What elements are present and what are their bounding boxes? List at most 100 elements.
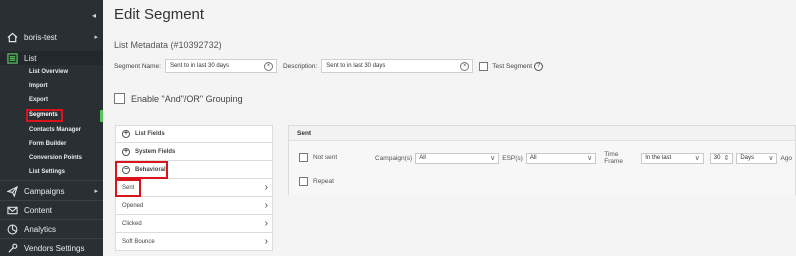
criteria-item-label: Soft Bounce <box>122 238 155 245</box>
sidebar-item-label: Analytics <box>24 224 57 234</box>
repeat-label: Repeat <box>313 178 334 185</box>
time-frame-value: In the last <box>645 155 672 161</box>
description-input[interactable]: Sent to in last 30 days × <box>321 59 474 73</box>
sidebar-item-vendors-settings[interactable]: Vendors Settings <box>0 240 103 256</box>
segments-highlight-box <box>26 109 63 122</box>
help-icon[interactable]: ? <box>534 61 544 71</box>
sidebar-divider <box>0 200 103 201</box>
sent-panel-header: Sent <box>289 126 795 141</box>
sidebar-subitem-list-settings[interactable]: List Settings <box>29 169 65 175</box>
segment-name-label: Segment Name: <box>114 62 161 70</box>
sidebar-subitem-list-overview[interactable]: List Overview <box>29 69 68 75</box>
clear-icon[interactable]: × <box>263 62 273 71</box>
wrench-icon <box>6 242 18 254</box>
chevron-down-icon: ∨ <box>694 154 700 162</box>
sidebar-divider <box>0 238 103 239</box>
chevron-right-icon: › <box>264 218 268 229</box>
ago-label: Ago <box>780 154 793 162</box>
time-number-value: 30 <box>713 155 721 161</box>
time-frame-select[interactable]: In the last ∨ <box>641 152 704 164</box>
list-metadata-title: List Metadata (#10392732) <box>114 40 222 50</box>
sidebar-divider <box>0 219 103 220</box>
clear-icon[interactable]: × <box>460 62 470 71</box>
segment-name-value: Sent to in last 30 days <box>169 63 230 69</box>
not-sent-row: Not sent <box>299 153 337 162</box>
criteria-panel: + List Fields + System Fields − Behavior… <box>115 125 273 251</box>
sidebar-item-list[interactable]: List <box>0 51 103 65</box>
time-unit-select[interactable]: Days ∨ <box>736 152 778 164</box>
chevron-right-icon: ▸ <box>94 34 98 41</box>
sidebar-subitem-export[interactable]: Export <box>29 97 48 103</box>
time-number-input[interactable]: 30 ⇕ <box>709 152 734 164</box>
not-sent-checkbox[interactable] <box>299 153 308 162</box>
time-frame-label: Time Frame <box>604 151 624 165</box>
test-segment-label: Test Segment <box>492 62 533 70</box>
segment-name-input[interactable]: Sent to in last 30 days × <box>164 59 277 73</box>
page-title: Edit Segment <box>114 6 205 23</box>
andor-grouping-label: Enable "And"/OR" Grouping <box>131 93 243 104</box>
sidebar-item-account[interactable]: boris-test ▸ <box>0 30 103 44</box>
expand-icon: + <box>122 147 130 156</box>
chevron-down-icon: ∨ <box>587 154 593 162</box>
sidebar-subitem-import[interactable]: Import <box>29 83 48 89</box>
mail-icon <box>6 204 18 216</box>
chevron-right-icon: › <box>264 236 268 247</box>
expand-icon: + <box>122 130 130 138</box>
send-icon <box>6 185 18 197</box>
campaigns-select[interactable]: All ∨ <box>415 152 500 164</box>
sent-filters-row: Campaign(s) All ∨ ESP(s) All ∨ Time Fram… <box>372 151 795 165</box>
test-segment-checkbox[interactable] <box>479 61 489 71</box>
description-label: Description: <box>282 62 318 70</box>
andor-grouping-row: Enable "And"/OR" Grouping <box>114 93 243 104</box>
repeat-checkbox[interactable] <box>299 177 308 186</box>
home-icon <box>6 31 18 43</box>
repeat-row: Repeat <box>299 177 334 186</box>
description-value: Sent to in last 30 days <box>326 63 386 69</box>
chevron-down-icon: ∨ <box>490 154 496 162</box>
sidebar-subitem-form-builder[interactable]: Form Builder <box>29 141 66 147</box>
criteria-item-opened[interactable]: Opened › <box>115 197 273 215</box>
criteria-item-label: Clicked <box>122 220 142 227</box>
behavioral-highlight-box <box>115 161 168 179</box>
criteria-item-label: Opened <box>122 202 144 209</box>
criteria-group-system-fields[interactable]: + System Fields <box>115 143 273 161</box>
esp-select[interactable]: All ∨ <box>525 152 597 164</box>
time-unit-value: Days <box>740 155 754 161</box>
main-content: Edit Segment List Metadata (#10392732) S… <box>103 0 796 256</box>
esp-label: ESP(s) <box>502 154 523 162</box>
sidebar-item-content[interactable]: Content <box>0 202 103 218</box>
sidebar-item-label: boris-test <box>24 32 57 42</box>
sent-criteria-panel: Sent Not sent Campaign(s) All ∨ ESP(s) A… <box>288 125 796 195</box>
chevron-right-icon: › <box>264 182 268 193</box>
sidebar-divider <box>0 180 103 181</box>
spinner-icon[interactable]: ⇕ <box>723 154 729 162</box>
sidebar-item-label: List <box>24 53 37 63</box>
sent-highlight-box <box>115 179 141 197</box>
esp-value: All <box>529 155 537 161</box>
sidebar-item-label: Campaigns <box>24 186 65 196</box>
sidebar: ◂ boris-test ▸ List List Overview Import… <box>0 0 103 256</box>
campaigns-label: Campaign(s) <box>375 154 413 162</box>
criteria-item-clicked[interactable]: Clicked › <box>115 215 273 233</box>
sidebar-subitem-contacts-manager[interactable]: Contacts Manager <box>29 127 81 133</box>
criteria-group-list-fields[interactable]: + List Fields <box>115 125 273 143</box>
chevron-right-icon: › <box>264 200 268 211</box>
sent-panel-body: Not sent Campaign(s) All ∨ ESP(s) All ∨ … <box>289 141 795 195</box>
criteria-group-label: System Fields <box>135 148 176 155</box>
criteria-item-soft-bounce[interactable]: Soft Bounce › <box>115 233 273 251</box>
chevron-down-icon: ∨ <box>768 154 774 162</box>
criteria-group-label: List Fields <box>135 131 165 137</box>
sidebar-item-label: Vendors Settings <box>24 243 85 253</box>
list-icon <box>6 52 18 64</box>
sidebar-item-label: Content <box>24 205 53 215</box>
collapse-sidebar-icon[interactable]: ◂ <box>92 11 96 20</box>
sidebar-item-campaigns[interactable]: Campaigns ▸ <box>0 183 103 199</box>
segment-form-row: Segment Name: Sent to in last 30 days × … <box>114 58 544 74</box>
andor-grouping-checkbox[interactable] <box>114 93 125 104</box>
not-sent-label: Not sent <box>313 154 338 161</box>
sidebar-subitem-conversion-points[interactable]: Conversion Points <box>29 155 82 161</box>
sidebar-item-analytics[interactable]: Analytics <box>0 221 103 237</box>
analytics-icon <box>6 223 18 235</box>
campaigns-value: All <box>419 155 426 161</box>
chevron-right-icon: ▸ <box>94 188 98 195</box>
